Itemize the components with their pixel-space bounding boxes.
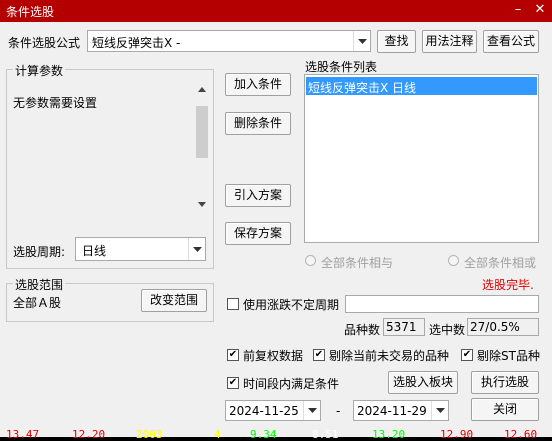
scroll-thumb[interactable] <box>196 106 208 158</box>
exclude-untraded-label: 剔除当前未交易的品种 <box>329 349 450 363</box>
window-title: 条件选股 <box>6 5 55 19</box>
ticker-value: 12.20 <box>72 428 106 441</box>
period-label: 选股周期: <box>13 245 66 259</box>
chevron-down-icon <box>431 401 448 420</box>
usage-notes-button[interactable]: 用法注释 <box>422 30 477 53</box>
end-date-picker[interactable]: 2024-11-29 <box>353 400 449 421</box>
period-value: 日线 <box>82 244 107 258</box>
condition-item[interactable]: 短线反弹突击X 日线 <box>306 77 537 95</box>
ticker-value: 8.51 <box>312 428 339 441</box>
select-to-block-button[interactable]: 选股入板块 <box>388 371 458 394</box>
chevron-down-icon <box>188 238 205 260</box>
params-text: 无参数需要设置 <box>13 96 98 110</box>
minimize-button[interactable]: – <box>508 1 528 19</box>
start-date-picker[interactable]: 2024-11-25 <box>225 400 321 421</box>
start-date-value: 2024-11-25 <box>229 404 299 418</box>
total-count-value: 5371 <box>386 320 417 334</box>
ticker-value: 2003 <box>136 428 163 441</box>
or-radio[interactable] <box>448 255 459 266</box>
remove-condition-button[interactable]: 删除条件 <box>225 112 291 135</box>
formula-value: 短线反弹突击X - <box>92 36 181 50</box>
ticker-value: 13.20 <box>372 428 406 441</box>
scroll-up-icon <box>198 87 206 92</box>
end-date-value: 2024-11-29 <box>357 404 427 418</box>
status-text: 选股完毕. <box>482 278 534 292</box>
selected-count-field: 27/0.5% <box>467 318 539 336</box>
time-range-checkbox[interactable]: ✔ <box>227 377 239 389</box>
condition-item-label: 短线反弹突击X 日线 <box>308 81 417 95</box>
uncertain-period-input[interactable] <box>345 295 539 313</box>
ticker-value: 9.34 <box>250 428 277 441</box>
params-scrollbar[interactable] <box>195 84 209 210</box>
uncertain-period-label: 使用涨跌不定周期 <box>243 298 340 312</box>
formula-label: 条件选股公式 <box>8 36 81 50</box>
ticker-value: 12.60 <box>504 428 538 441</box>
and-radio[interactable] <box>305 255 316 266</box>
title-bar: 条件选股 – ✕ <box>0 0 552 22</box>
formula-select[interactable]: 短线反弹突击X - <box>87 30 371 52</box>
close-button[interactable]: 关闭 <box>471 398 539 421</box>
selected-count-value: 27/0.5% <box>470 320 520 334</box>
close-window-button[interactable]: ✕ <box>530 1 550 19</box>
adjust-checkbox[interactable]: ✔ <box>227 349 239 361</box>
range-group: 选股范围 全部Ａ股 改变范围 <box>6 276 214 322</box>
selected-count-label: 选中数 <box>429 323 466 337</box>
find-button[interactable]: 查找 <box>377 30 416 53</box>
ticker-value: 13.47 <box>6 428 40 441</box>
range-legend: 选股范围 <box>13 276 66 293</box>
import-plan-button[interactable]: 引入方案 <box>225 184 291 207</box>
run-selection-button[interactable]: 执行选股 <box>471 371 539 394</box>
adjust-label: 前复权数据 <box>243 349 304 363</box>
view-formula-button[interactable]: 查看公式 <box>483 30 539 53</box>
exclude-untraded-checkbox[interactable]: ✔ <box>313 349 325 361</box>
scroll-down-icon <box>198 202 206 207</box>
uncertain-period-checkbox[interactable] <box>227 298 239 310</box>
save-plan-button[interactable]: 保存方案 <box>225 222 291 245</box>
and-label: 全部条件相与 <box>321 256 394 270</box>
date-separator: - <box>336 404 341 418</box>
add-condition-button[interactable]: 加入条件 <box>225 73 291 96</box>
period-select[interactable]: 日线 <box>75 237 206 261</box>
change-range-button[interactable]: 改变范围 <box>141 289 207 312</box>
conditions-title: 选股条件列表 <box>305 60 378 74</box>
exclude-st-label: 剔除ST品种 <box>477 349 540 363</box>
or-label: 全部条件相或 <box>464 256 537 270</box>
total-count-field: 5371 <box>383 318 425 336</box>
ticker-value: 12.90 <box>440 428 474 441</box>
exclude-st-checkbox[interactable]: ✔ <box>461 349 473 361</box>
ticker-value: 4 <box>214 428 221 441</box>
chevron-down-icon <box>303 401 320 420</box>
range-value: 全部Ａ股 <box>13 296 62 310</box>
time-range-label: 时间段内满足条件 <box>243 377 340 391</box>
condition-stock-picker-window: 条件选股 – ✕ 条件选股公式 短线反弹突击X - 查找 用法注释 查看公式 计… <box>0 0 552 437</box>
total-count-label: 品种数 <box>344 323 381 337</box>
conditions-list[interactable]: 短线反弹突击X 日线 <box>304 74 539 243</box>
params-legend: 计算参数 <box>13 62 66 79</box>
chevron-down-icon <box>353 31 370 51</box>
params-group: 计算参数 无参数需要设置 选股周期: 日线 <box>6 62 214 269</box>
